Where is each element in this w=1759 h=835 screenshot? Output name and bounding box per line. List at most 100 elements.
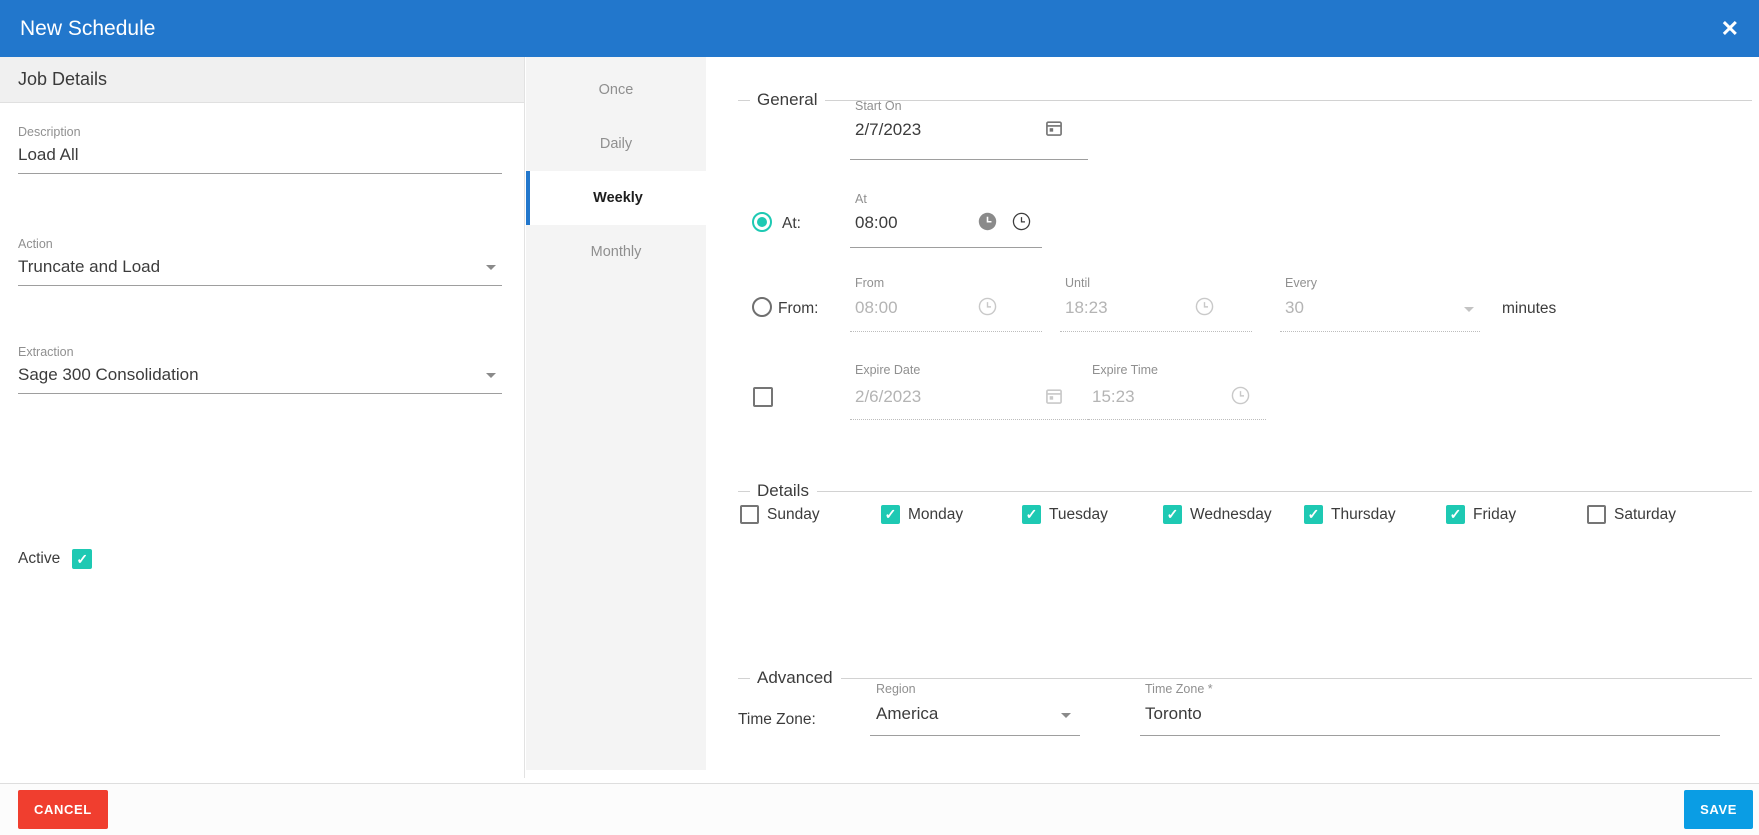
day-label: Friday [1473,506,1516,524]
day-label: Thursday [1331,506,1396,524]
tab-weekly[interactable]: Weekly [526,171,706,225]
checkbox-icon[interactable] [1304,505,1323,524]
day-sunday[interactable]: Sunday [740,505,820,524]
every-select[interactable]: 30 [1285,298,1304,318]
expire-date-label: Expire Date [855,363,920,377]
chevron-down-icon [1464,307,1474,312]
day-friday[interactable]: Friday [1446,505,1516,524]
tab-once[interactable]: Once [526,63,706,117]
time-zone-input[interactable]: Toronto [1145,704,1202,724]
tab-daily[interactable]: Daily [526,117,706,171]
day-tuesday[interactable]: Tuesday [1022,505,1108,524]
minutes-label: minutes [1502,300,1556,318]
checkbox-icon[interactable] [881,505,900,524]
job-details-title: Job Details [0,57,524,103]
until-underline [1060,331,1252,332]
action-selected-value: Truncate and Load [18,257,160,276]
region-label: Region [876,682,916,696]
action-label: Action [18,237,502,251]
schedule-type-tabs: Once Daily Weekly Monthly [526,57,706,770]
chevron-down-icon[interactable] [1061,713,1071,718]
chevron-down-icon[interactable] [486,373,496,378]
every-field-label: Every [1285,276,1317,290]
active-row: Active [18,549,92,569]
expire-checkbox[interactable] [753,387,773,407]
tab-monthly[interactable]: Monthly [526,225,706,279]
at-underline [850,247,1042,248]
description-label: Description [18,125,502,139]
day-label: Monday [908,506,963,524]
description-field[interactable]: Description Load All [18,125,502,174]
region-underline [870,735,1080,736]
until-field-label: Until [1065,276,1090,290]
calendar-icon [1044,386,1064,406]
time-zone-row-label: Time Zone: [738,711,816,729]
time-zone-label: Time Zone * [1145,682,1213,696]
day-monday[interactable]: Monday [881,505,963,524]
until-time-input[interactable]: 18:23 [1065,298,1108,318]
at-radio-label: At: [782,215,801,233]
clock-outline-icon[interactable] [1012,212,1031,231]
checkbox-icon[interactable] [740,505,759,524]
extraction-field[interactable]: Extraction Sage 300 Consolidation [18,345,502,394]
day-label: Saturday [1614,506,1676,524]
active-checkbox[interactable] [72,549,92,569]
divider [841,678,1752,679]
from-time-input[interactable]: 08:00 [855,298,898,318]
expire-time-input[interactable]: 15:23 [1092,387,1135,407]
action-field[interactable]: Action Truncate and Load [18,237,502,286]
general-legend-text: General [757,90,817,110]
chevron-down-icon[interactable] [486,265,496,270]
every-underline [1280,331,1480,332]
extraction-label: Extraction [18,345,502,359]
calendar-icon[interactable] [1044,118,1064,138]
start-on-underline [850,159,1088,160]
save-button[interactable]: SAVE [1684,790,1753,829]
description-input[interactable]: Load All [18,145,502,174]
extraction-select[interactable]: Sage 300 Consolidation [18,365,502,394]
divider [738,678,750,679]
at-field-label: At [855,192,867,206]
at-radio[interactable] [752,212,772,232]
expire-time-label: Expire Time [1092,363,1158,377]
job-details-panel: Job Details Description Load All Action … [0,57,525,778]
dialog-title: New Schedule [20,17,155,41]
expire-date-underline [850,419,1090,420]
region-select[interactable]: America [876,704,938,724]
dialog-footer: CANCEL SAVE [0,783,1759,835]
clock-icon[interactable] [978,212,997,231]
advanced-legend-text: Advanced [757,668,833,688]
divider [817,491,1752,492]
close-icon[interactable]: ✕ [1721,18,1739,40]
expire-time-underline [1088,419,1266,420]
action-select[interactable]: Truncate and Load [18,257,502,286]
at-time-input[interactable]: 08:00 [855,213,898,233]
active-label: Active [18,550,60,568]
checkbox-icon[interactable] [1163,505,1182,524]
start-on-input[interactable]: 2/7/2023 [855,120,921,140]
day-label: Tuesday [1049,506,1108,524]
start-on-label: Start On [855,99,902,113]
day-saturday[interactable]: Saturday [1587,505,1676,524]
day-thursday[interactable]: Thursday [1304,505,1396,524]
new-schedule-dialog: New Schedule ✕ Job Details Description L… [0,0,1759,835]
day-wednesday[interactable]: Wednesday [1163,505,1272,524]
from-radio[interactable] [752,297,772,317]
from-radio-label: From: [778,300,818,318]
divider [738,491,750,492]
divider [738,100,750,101]
clock-icon [1231,386,1250,405]
details-legend-text: Details [757,481,809,501]
day-label: Wednesday [1190,506,1272,524]
checkbox-icon[interactable] [1446,505,1465,524]
details-section-legend: Details [738,481,1752,501]
dialog-header: New Schedule ✕ [0,0,1759,57]
checkbox-icon[interactable] [1022,505,1041,524]
schedule-form: General Start On 2/7/2023 At: At 08:00 F… [706,57,1759,778]
cancel-button[interactable]: CANCEL [18,790,108,829]
checkbox-icon[interactable] [1587,505,1606,524]
clock-icon [1195,297,1214,316]
expire-date-input[interactable]: 2/6/2023 [855,387,921,407]
from-underline [850,331,1042,332]
clock-icon [978,297,997,316]
